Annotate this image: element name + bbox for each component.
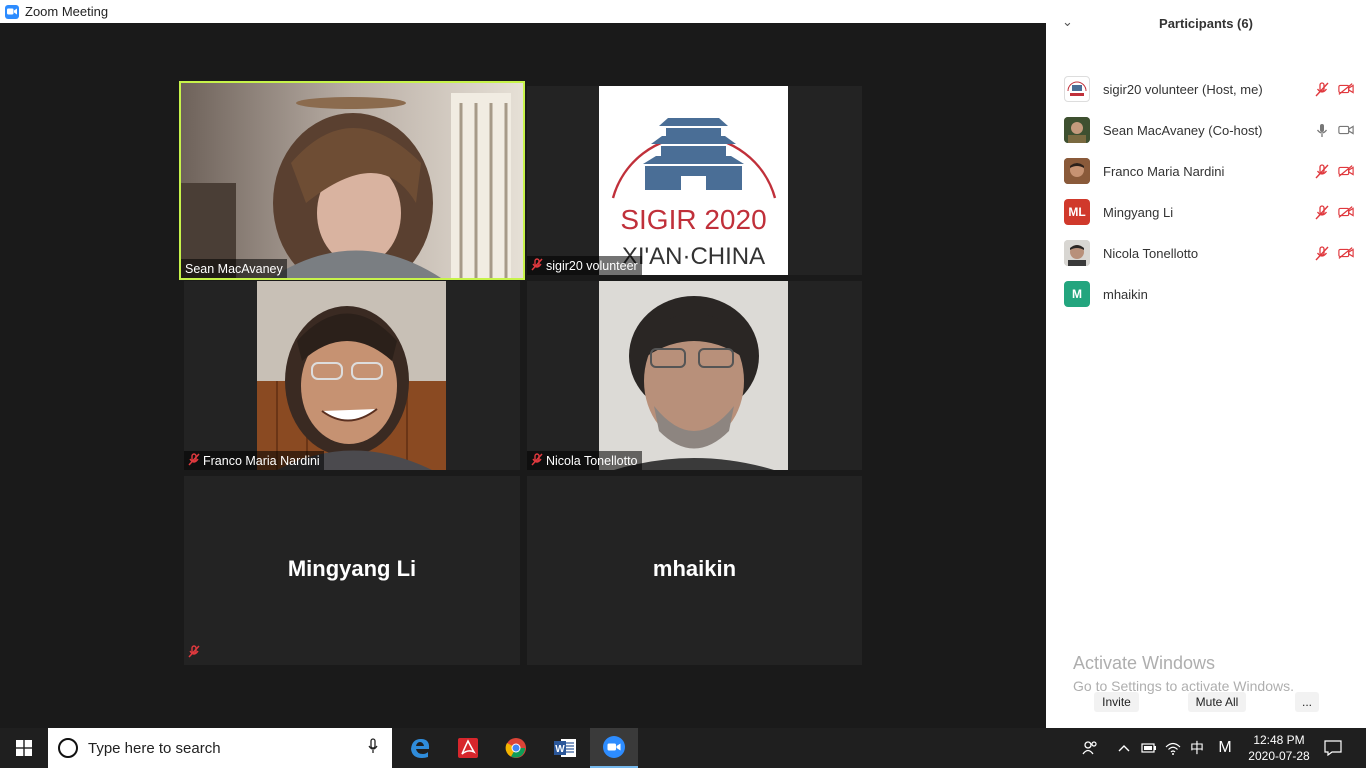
avatar [1064, 240, 1090, 266]
mic-icon[interactable] [1314, 122, 1330, 138]
logo-text-sigir: SIGIR 2020 [620, 204, 766, 235]
video-camera-icon[interactable] [1338, 122, 1354, 138]
clock-date: 2020-07-28 [1248, 749, 1310, 763]
participants-panel: ⌄ Participants (6) sigir20 volunteer (Ho… [1046, 0, 1366, 728]
video-tile-sean[interactable]: Sean MacAvaney [179, 81, 525, 280]
participant-name: Sean MacAvaney (Co-host) [1103, 122, 1263, 138]
acrobat-icon[interactable] [444, 728, 492, 768]
muted-mic-icon[interactable] [1314, 163, 1330, 179]
participant-name: mhaikin [1103, 286, 1148, 302]
muted-mic-icon [531, 452, 543, 469]
tile-name-bar: Sean MacAvaney [181, 259, 287, 278]
tile-name: Franco Maria Nardini [203, 453, 320, 468]
video-off-icon[interactable] [1338, 245, 1354, 261]
muted-mic-icon [188, 645, 200, 663]
show-hidden-icons-chevron-icon[interactable] [1116, 728, 1132, 768]
participant-row[interactable]: Sean MacAvaney (Co-host) [1064, 117, 1354, 143]
activate-windows-watermark: Activate Windows Go to Settings to activ… [1073, 653, 1294, 694]
input-method-indicator[interactable]: 中 [1188, 728, 1206, 768]
participant-name: Franco Maria Nardini [1103, 163, 1225, 179]
tile-display-name: Mingyang Li [287, 556, 417, 581]
muted-mic-icon [531, 257, 543, 274]
start-button[interactable] [0, 728, 48, 768]
tile-name: Nicola Tonellotto [546, 453, 638, 468]
tile-display-name: mhaikin [652, 556, 737, 581]
participant-video [599, 281, 788, 470]
video-off-icon[interactable] [1338, 163, 1354, 179]
video-off-icon[interactable] [1338, 204, 1354, 220]
video-tile-nicola[interactable]: Nicola Tonellotto [527, 281, 862, 470]
invite-button[interactable]: Invite [1094, 692, 1139, 712]
video-off-icon[interactable] [1338, 81, 1354, 97]
microphone-icon[interactable] [368, 737, 378, 759]
activate-title: Activate Windows [1073, 653, 1216, 673]
more-options-button[interactable]: ... [1295, 692, 1319, 712]
edge-icon[interactable] [396, 728, 444, 768]
action-center-icon[interactable] [1320, 728, 1346, 768]
participant-name: sigir20 volunteer (Host, me) [1103, 81, 1263, 97]
battery-icon[interactable] [1140, 728, 1158, 768]
participant-name: Nicola Tonellotto [1103, 245, 1199, 261]
video-tile-franco[interactable]: Franco Maria Nardini [184, 281, 520, 470]
tile-name: Sean MacAvaney [185, 261, 283, 276]
logo-text-xian: XI'AN·CHINA [622, 243, 765, 270]
chrome-icon[interactable] [492, 728, 540, 768]
tile-name-bar: Nicola Tonellotto [527, 451, 642, 470]
participant-row[interactable]: sigir20 volunteer (Host, me) [1064, 76, 1354, 102]
muted-mic-icon[interactable] [1314, 245, 1330, 261]
taskbar-search-box[interactable]: Type here to search [48, 728, 392, 768]
muted-mic-icon [188, 452, 200, 469]
muted-mic-icon[interactable] [1314, 81, 1330, 97]
avatar [1064, 158, 1090, 184]
cortana-icon [58, 738, 78, 758]
avatar-initials: M [1064, 281, 1090, 307]
people-icon[interactable] [1078, 728, 1102, 768]
title-bar: Zoom Meeting [0, 0, 1046, 23]
tile-name: sigir20 volunteer [546, 258, 638, 273]
collapse-chevron-icon[interactable]: ⌄ [1062, 14, 1073, 30]
zoom-app-icon [5, 4, 19, 19]
clock-time: 12:48 PM [1253, 733, 1305, 747]
participant-name: Mingyang Li [1103, 204, 1174, 220]
svg-text:W: W [555, 744, 565, 755]
participant-row[interactable]: Franco Maria Nardini [1064, 158, 1354, 184]
taskbar-clock[interactable]: 12:48 PM 2020-07-28 [1244, 732, 1314, 764]
sigir-logo-video: SIGIR 2020 XI'AN·CHINA [599, 86, 788, 275]
video-gallery: Sean MacAvaney SIGIR 2020 XI'AN·CHINA si… [0, 23, 1046, 727]
window-title: Zoom Meeting [25, 4, 109, 19]
search-placeholder: Type here to search [88, 739, 221, 757]
video-tile-mhaikin[interactable]: mhaikin [527, 476, 862, 665]
word-icon[interactable]: W [541, 728, 589, 768]
muted-mic-icon[interactable] [1314, 204, 1330, 220]
avatar-initials: ML [1064, 199, 1090, 225]
participants-title: Participants (6) [1159, 15, 1253, 31]
wifi-icon[interactable] [1164, 728, 1182, 768]
mute-all-button[interactable]: Mute All [1188, 692, 1246, 712]
participant-row[interactable]: ML Mingyang Li [1064, 199, 1354, 225]
video-tile-mingyang[interactable]: Mingyang Li [184, 476, 520, 665]
tile-name-bar: sigir20 volunteer [527, 256, 642, 275]
participant-video [181, 83, 523, 278]
tile-name-bar: Franco Maria Nardini [184, 451, 324, 470]
participant-video [257, 281, 446, 470]
participant-row[interactable]: M mhaikin [1064, 281, 1354, 307]
taskbar: Type here to search W 中 M 12:48 PM 2020-… [0, 728, 1366, 768]
windows-logo-icon [16, 740, 32, 756]
video-tile-sigir20-volunteer[interactable]: SIGIR 2020 XI'AN·CHINA sigir20 volunteer [527, 86, 862, 275]
avatar [1064, 117, 1090, 143]
avatar [1064, 76, 1090, 102]
participant-row[interactable]: Nicola Tonellotto [1064, 240, 1354, 266]
tray-m-icon[interactable]: M [1214, 728, 1236, 768]
zoom-icon[interactable] [590, 728, 638, 768]
panel-header: ⌄ Participants (6) [1046, 0, 1366, 46]
